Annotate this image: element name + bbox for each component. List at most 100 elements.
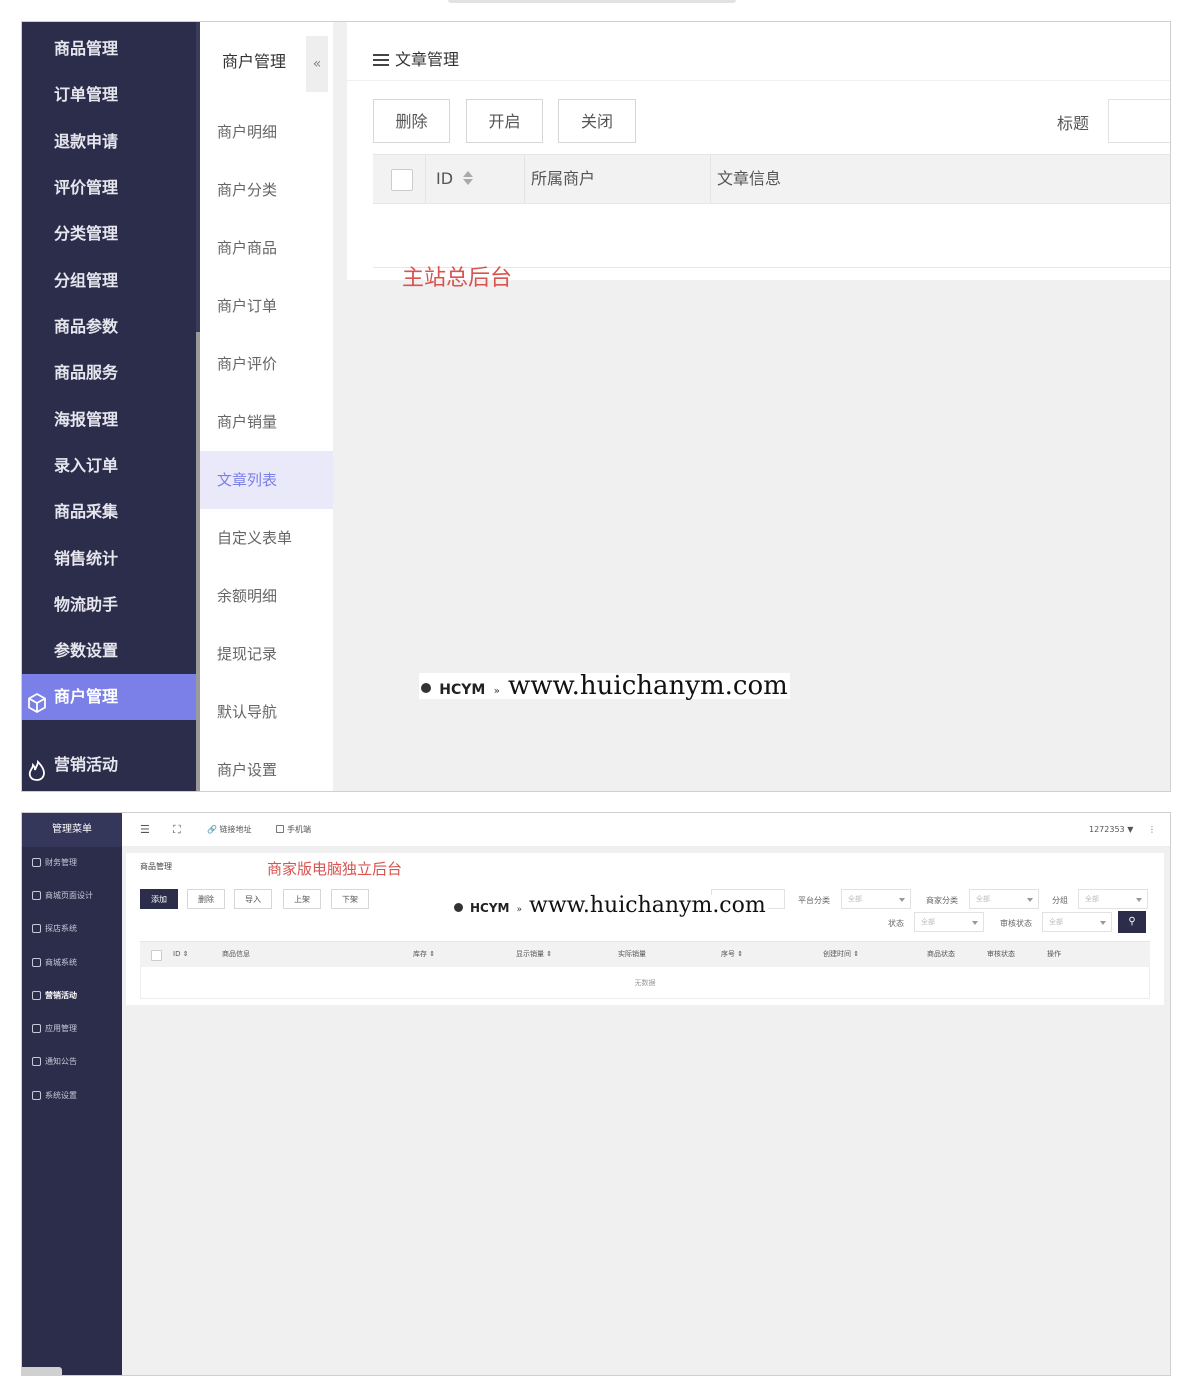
sort-icon[interactable]: ⇕ [851, 950, 859, 958]
merchant-sidebar-item-1[interactable]: 商城页面设计 [32, 890, 122, 901]
select-all-checkbox[interactable] [391, 169, 413, 191]
submenu-item-3[interactable]: 商户订单 [200, 277, 333, 335]
product-column-3[interactable]: 显示销量 ⇕ [516, 942, 552, 967]
delete-button[interactable]: 删除 [373, 99, 450, 143]
open-button[interactable]: 开启 [466, 99, 543, 143]
link-address-button[interactable]: 🔗 链接地址 [207, 813, 252, 847]
submenu-item-2[interactable]: 商户商品 [200, 219, 333, 277]
delete-button[interactable]: 删除 [187, 889, 225, 909]
sidebar-item-10[interactable]: 商品采集 [22, 489, 196, 535]
product-table-header: ID ⇕ 商品信息 库存 ⇕ 显示销量 ⇕ 实际销量 序号 ⇕ 创建时间 ⇕ 商品状态 审核状态… [140, 941, 1150, 967]
sidebar-item-4[interactable]: 分类管理 [22, 211, 196, 257]
group-select[interactable]: 全部 [1078, 889, 1148, 909]
product-column-6[interactable]: 创建时间 ⇕ [823, 942, 859, 967]
menu-item-icon [32, 958, 41, 967]
audit-status-label: 审核状态 [1000, 919, 1032, 928]
audit-status-select[interactable]: 全部 [1042, 912, 1112, 932]
product-column-2[interactable]: 库存 ⇕ [413, 942, 435, 967]
sidebar-item-label: 物流助手 [54, 595, 119, 614]
horizontal-scrollbar[interactable] [22, 1367, 62, 1375]
merchant-category-select[interactable]: 全部 [969, 889, 1039, 909]
submenu-item-8[interactable]: 余额明细 [200, 567, 333, 625]
merchant-sidebar-item-4[interactable]: 营销活动 [32, 990, 122, 1001]
sort-icon[interactable]: ⇕ [544, 950, 552, 958]
menu-icon[interactable]: ☰ [140, 813, 150, 847]
merchant-sidebar-item-2[interactable]: 探店系统 [32, 923, 122, 934]
unshelve-button[interactable]: 下架 [331, 889, 369, 909]
sidebar-item-3[interactable]: 评价管理 [22, 165, 196, 211]
user-id: 1272353 [1089, 825, 1125, 834]
sidebar-item-8[interactable]: 海报管理 [22, 397, 196, 443]
menu-item-icon [32, 891, 41, 900]
sidebar-item-1[interactable]: 订单管理 [22, 72, 196, 118]
submenu-item-7[interactable]: 自定义表单 [200, 509, 333, 567]
watermark-logo: HCYM [439, 682, 486, 698]
menu-item-icon [32, 924, 41, 933]
merchant-sidebar-item-7[interactable]: 系统设置 [32, 1090, 122, 1101]
sidebar-item-6[interactable]: 商品参数 [22, 304, 196, 350]
sidebar-item-0[interactable]: 商品管理 [22, 26, 196, 72]
search-button[interactable]: ⚲ [1118, 911, 1146, 933]
user-menu[interactable]: 1272353 ▼ [1089, 813, 1133, 847]
sidebar-item-label: 分类管理 [54, 224, 119, 243]
import-button[interactable]: 导入 [234, 889, 272, 909]
title-filter-input[interactable] [1108, 99, 1170, 143]
collapse-icon[interactable]: « [306, 36, 328, 92]
sidebar-item-2[interactable]: 退款申请 [22, 119, 196, 165]
sort-icon[interactable] [463, 171, 473, 185]
submenu-item-1[interactable]: 商户分类 [200, 161, 333, 219]
flame-icon [26, 747, 48, 781]
sidebar-item-9[interactable]: 录入订单 [22, 443, 196, 489]
merchant-sidebar-item-label: 探店系统 [45, 924, 77, 933]
submenu-item-0[interactable]: 商户明细 [200, 103, 333, 161]
sidebar-item-label: 销售统计 [54, 549, 119, 568]
product-column-7: 商品状态 [927, 942, 955, 967]
sidebar-item-12[interactable]: 物流助手 [22, 582, 196, 628]
sidebar-item-5[interactable]: 分组管理 [22, 258, 196, 304]
merchant-sidebar-item-5[interactable]: 应用管理 [32, 1023, 122, 1034]
merchant-sidebar-item-label: 商城页面设计 [45, 891, 93, 900]
close-button[interactable]: 关闭 [558, 99, 636, 143]
status-select[interactable]: 全部 [914, 912, 984, 932]
column-separator [710, 155, 711, 203]
link-address-label: 链接地址 [219, 825, 252, 834]
platform-category-select[interactable]: 全部 [841, 889, 911, 909]
submenu-item-11[interactable]: 商户设置 [200, 741, 333, 791]
merchant-sidebar-item-label: 应用管理 [45, 1024, 77, 1033]
select-all-checkbox[interactable] [151, 950, 162, 961]
shelve-button[interactable]: 上架 [283, 889, 321, 909]
search-icon: ⚲ [1128, 916, 1136, 927]
sort-icon[interactable]: ⇕ [180, 950, 189, 958]
submenu-item-4[interactable]: 商户评价 [200, 335, 333, 393]
column-separator [425, 155, 426, 203]
product-column-5[interactable]: 序号 ⇕ [721, 942, 743, 967]
sort-icon[interactable]: ⇕ [427, 950, 435, 958]
merchant-sidebar-item-0[interactable]: 财务管理 [32, 857, 122, 868]
product-column-0[interactable]: ID ⇕ [173, 942, 189, 967]
platform-category-label: 平台分类 [798, 896, 830, 905]
fullscreen-icon[interactable]: ⛶ [173, 813, 181, 847]
sidebar-item-13[interactable]: 参数设置 [22, 628, 196, 674]
sidebar-item-label: 退款申请 [54, 132, 119, 151]
sidebar-item-15[interactable]: 营销活动 [22, 735, 196, 787]
submenu-item-5[interactable]: 商户销量 [200, 393, 333, 451]
submenu-item-9[interactable]: 提现记录 [200, 625, 333, 683]
sidebar-item-label: 商品参数 [54, 317, 119, 336]
sidebar-item-label: 参数设置 [54, 641, 119, 660]
submenu-item-10[interactable]: 默认导航 [200, 683, 333, 741]
menu-item-icon [32, 991, 41, 1000]
sidebar-item-14[interactable]: 商户管理 [22, 674, 196, 720]
title-filter-label: 标题 [1057, 114, 1090, 133]
column-id[interactable]: ID [436, 155, 473, 203]
sidebar-item-7[interactable]: 商品服务 [22, 350, 196, 396]
mobile-button[interactable]: 手机端 [276, 813, 311, 847]
sort-icon[interactable]: ⇕ [735, 950, 743, 958]
merchant-sidebar-item-6[interactable]: 通知公告 [32, 1056, 122, 1067]
submenu-item-6[interactable]: 文章列表 [200, 451, 333, 509]
sidebar-item-11[interactable]: 销售统计 [22, 536, 196, 582]
merchant-sidebar-item-3[interactable]: 商城系统 [32, 957, 122, 968]
product-column-label: 审核状态 [987, 950, 1015, 958]
table-body [373, 204, 1170, 268]
add-button[interactable]: 添加 [140, 889, 178, 909]
more-icon[interactable]: ⋮ [1148, 813, 1156, 847]
